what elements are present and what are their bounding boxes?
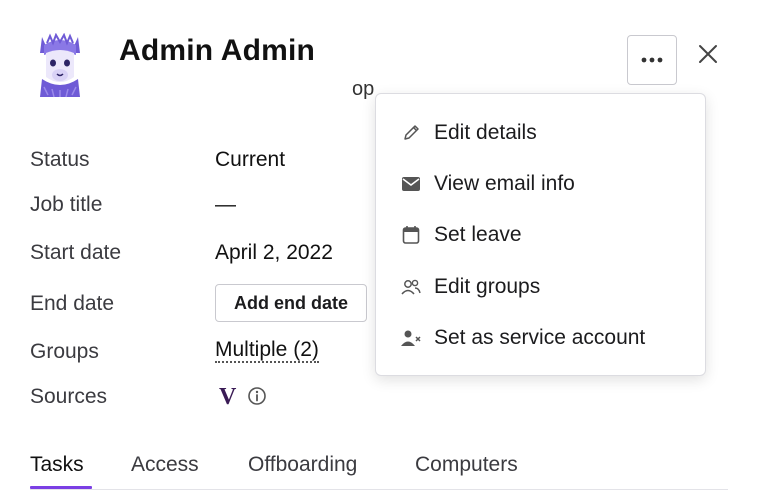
close-button[interactable]: [695, 41, 721, 67]
end-date-label: End date: [30, 292, 115, 315]
sources-label: Sources: [30, 385, 108, 408]
tab-access[interactable]: Access: [131, 453, 199, 477]
add-end-date-button[interactable]: Add end date: [215, 284, 367, 322]
more-actions-button[interactable]: [627, 35, 677, 85]
close-icon: [699, 45, 717, 63]
user-x-icon: [400, 327, 422, 349]
page-title: Admin Admin: [119, 34, 316, 67]
actions-menu: Edit details View email info Set leave E…: [375, 93, 706, 376]
menu-item-label: Edit details: [434, 121, 537, 144]
menu-item-label: Set leave: [434, 223, 522, 246]
info-icon[interactable]: [247, 386, 267, 406]
menu-item-edit-groups[interactable]: Edit groups: [376, 265, 705, 309]
groups-label: Groups: [30, 340, 99, 363]
tab-offboarding[interactable]: Offboarding: [248, 453, 357, 477]
tab-tasks[interactable]: Tasks: [30, 453, 84, 477]
menu-item-set-leave[interactable]: Set leave: [376, 213, 705, 257]
users-icon: [400, 276, 422, 298]
envelope-icon: [400, 173, 422, 195]
status-value: Current: [215, 148, 286, 171]
calendar-icon: [400, 224, 422, 246]
start-date-label: Start date: [30, 241, 122, 264]
status-label: Status: [30, 148, 90, 171]
menu-item-set-as-service-account[interactable]: Set as service account: [376, 316, 705, 360]
job-title-label: Job title: [30, 193, 103, 216]
subtitle-fragment: op: [352, 78, 375, 100]
job-title-value: —: [215, 193, 236, 216]
avatar: [30, 32, 90, 99]
llama-avatar-icon: [40, 32, 80, 98]
tabs-divider: [30, 489, 728, 490]
menu-item-label: Edit groups: [434, 275, 541, 298]
vercel-v-logo: V: [219, 384, 237, 410]
pencil-icon: [400, 122, 422, 144]
menu-item-label: View email info: [434, 172, 575, 195]
tab-computers[interactable]: Computers: [415, 453, 518, 477]
start-date-value: April 2, 2022: [215, 241, 333, 264]
menu-item-label: Set as service account: [434, 326, 646, 349]
groups-link[interactable]: Multiple (2): [215, 339, 319, 363]
menu-item-view-email-info[interactable]: View email info: [376, 162, 705, 206]
ellipsis-icon: [641, 57, 663, 63]
menu-item-edit-details[interactable]: Edit details: [376, 111, 705, 155]
